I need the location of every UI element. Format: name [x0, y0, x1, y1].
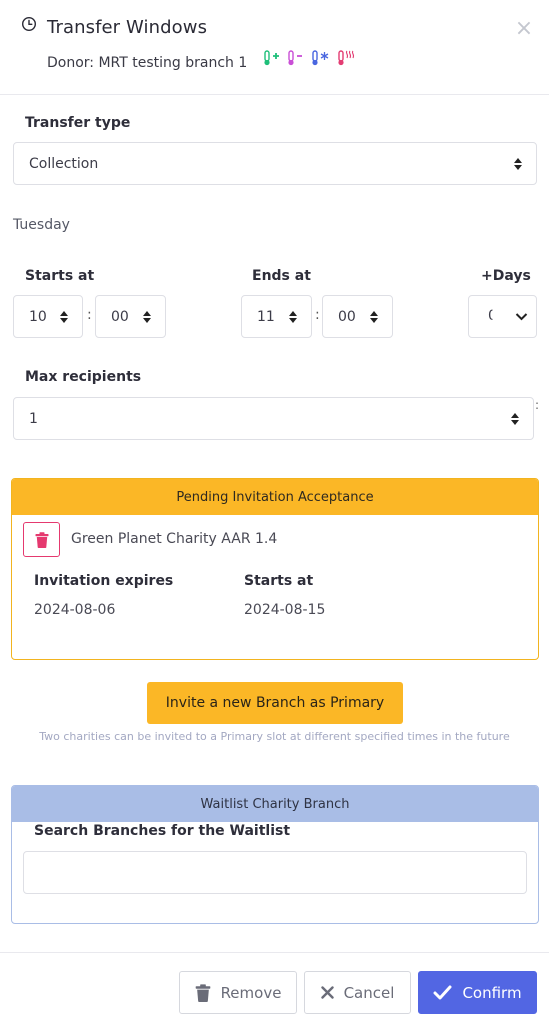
start-hour-value: 10 [29, 308, 47, 325]
max-recipients-select[interactable]: 1 [13, 397, 534, 440]
pending-invitation-panel: Pending Invitation Acceptance [11, 478, 539, 660]
end-hour-value: 11 [257, 308, 275, 325]
confirm-button-label: Confirm [462, 983, 522, 1002]
invited-charity-name: Green Planet Charity AAR 1.4 [71, 531, 278, 547]
close-icon[interactable]: × [514, 18, 534, 40]
clock-icon [21, 16, 37, 32]
remove-button-label: Remove [220, 983, 282, 1002]
waitlist-search-label: Search Branches for the Waitlist [34, 823, 291, 839]
start-minute-value: 00 [111, 308, 129, 325]
select-arrows-icon [143, 310, 151, 323]
end-minute-select[interactable]: 00 [322, 295, 393, 338]
storage-icons [262, 49, 356, 67]
invitation-expires-value: 2024-08-06 [34, 602, 116, 618]
trash-icon [35, 531, 48, 548]
chevron-down-icon [515, 313, 528, 321]
select-arrows-icon [60, 310, 68, 323]
trailing-colon: : [535, 398, 540, 412]
end-minute-value: 00 [338, 308, 356, 325]
starts-at-label: Starts at [25, 268, 95, 284]
day-label: Tuesday [13, 217, 70, 233]
donor-name: Donor: MRT testing branch 1 [47, 55, 248, 71]
thermometer-minus-icon [288, 50, 302, 66]
max-recipients-value: 1 [29, 410, 38, 427]
ends-at-label: Ends at [252, 268, 311, 284]
start-hour-select[interactable]: 10 [13, 295, 83, 338]
pending-starts-label: Starts at [244, 573, 314, 589]
waitlist-search-input[interactable] [23, 851, 527, 894]
invite-hint: Two charities can be invited to a Primar… [39, 730, 510, 743]
close-icon [320, 986, 334, 999]
max-recipients-label: Max recipients [25, 369, 142, 385]
trash-icon [195, 983, 210, 1002]
invite-primary-button[interactable]: Invite a new Branch as Primary [147, 682, 403, 724]
transfer-type-select[interactable]: Collection [13, 142, 537, 185]
check-icon [433, 985, 452, 1000]
end-hour-select[interactable]: 11 [241, 295, 312, 338]
thermometer-heat-icon [338, 50, 355, 66]
header-divider [0, 94, 549, 95]
time-colon: : [87, 307, 92, 323]
confirm-button[interactable]: Confirm [418, 971, 537, 1014]
transfer-type-label: Transfer type [25, 115, 131, 131]
remove-button[interactable]: Remove [179, 971, 297, 1014]
start-minute-select[interactable]: 00 [95, 295, 166, 338]
days-label: +Days [481, 268, 531, 284]
transfer-type-value: Collection [29, 155, 99, 172]
days-select[interactable]: 0 [468, 295, 537, 338]
select-arrows-icon [511, 412, 519, 425]
days-value: 0 [488, 308, 497, 324]
invitation-expires-label: Invitation expires [34, 573, 174, 589]
thermometer-snowflake-icon [312, 50, 329, 66]
waitlist-heading: Waitlist Charity Branch [12, 786, 538, 822]
select-arrows-icon [514, 157, 522, 170]
select-arrows-icon [289, 310, 297, 323]
cancel-button-label: Cancel [343, 983, 395, 1002]
pending-starts-value: 2024-08-15 [244, 602, 326, 618]
time-colon: : [315, 307, 320, 323]
delete-invitation-button[interactable] [23, 522, 60, 557]
pending-invitation-heading: Pending Invitation Acceptance [12, 479, 538, 515]
modal-title: Transfer Windows [47, 17, 208, 38]
cancel-button[interactable]: Cancel [304, 971, 411, 1014]
select-arrows-icon [370, 310, 378, 323]
thermometer-plus-icon [264, 50, 279, 66]
footer-divider [0, 952, 549, 953]
